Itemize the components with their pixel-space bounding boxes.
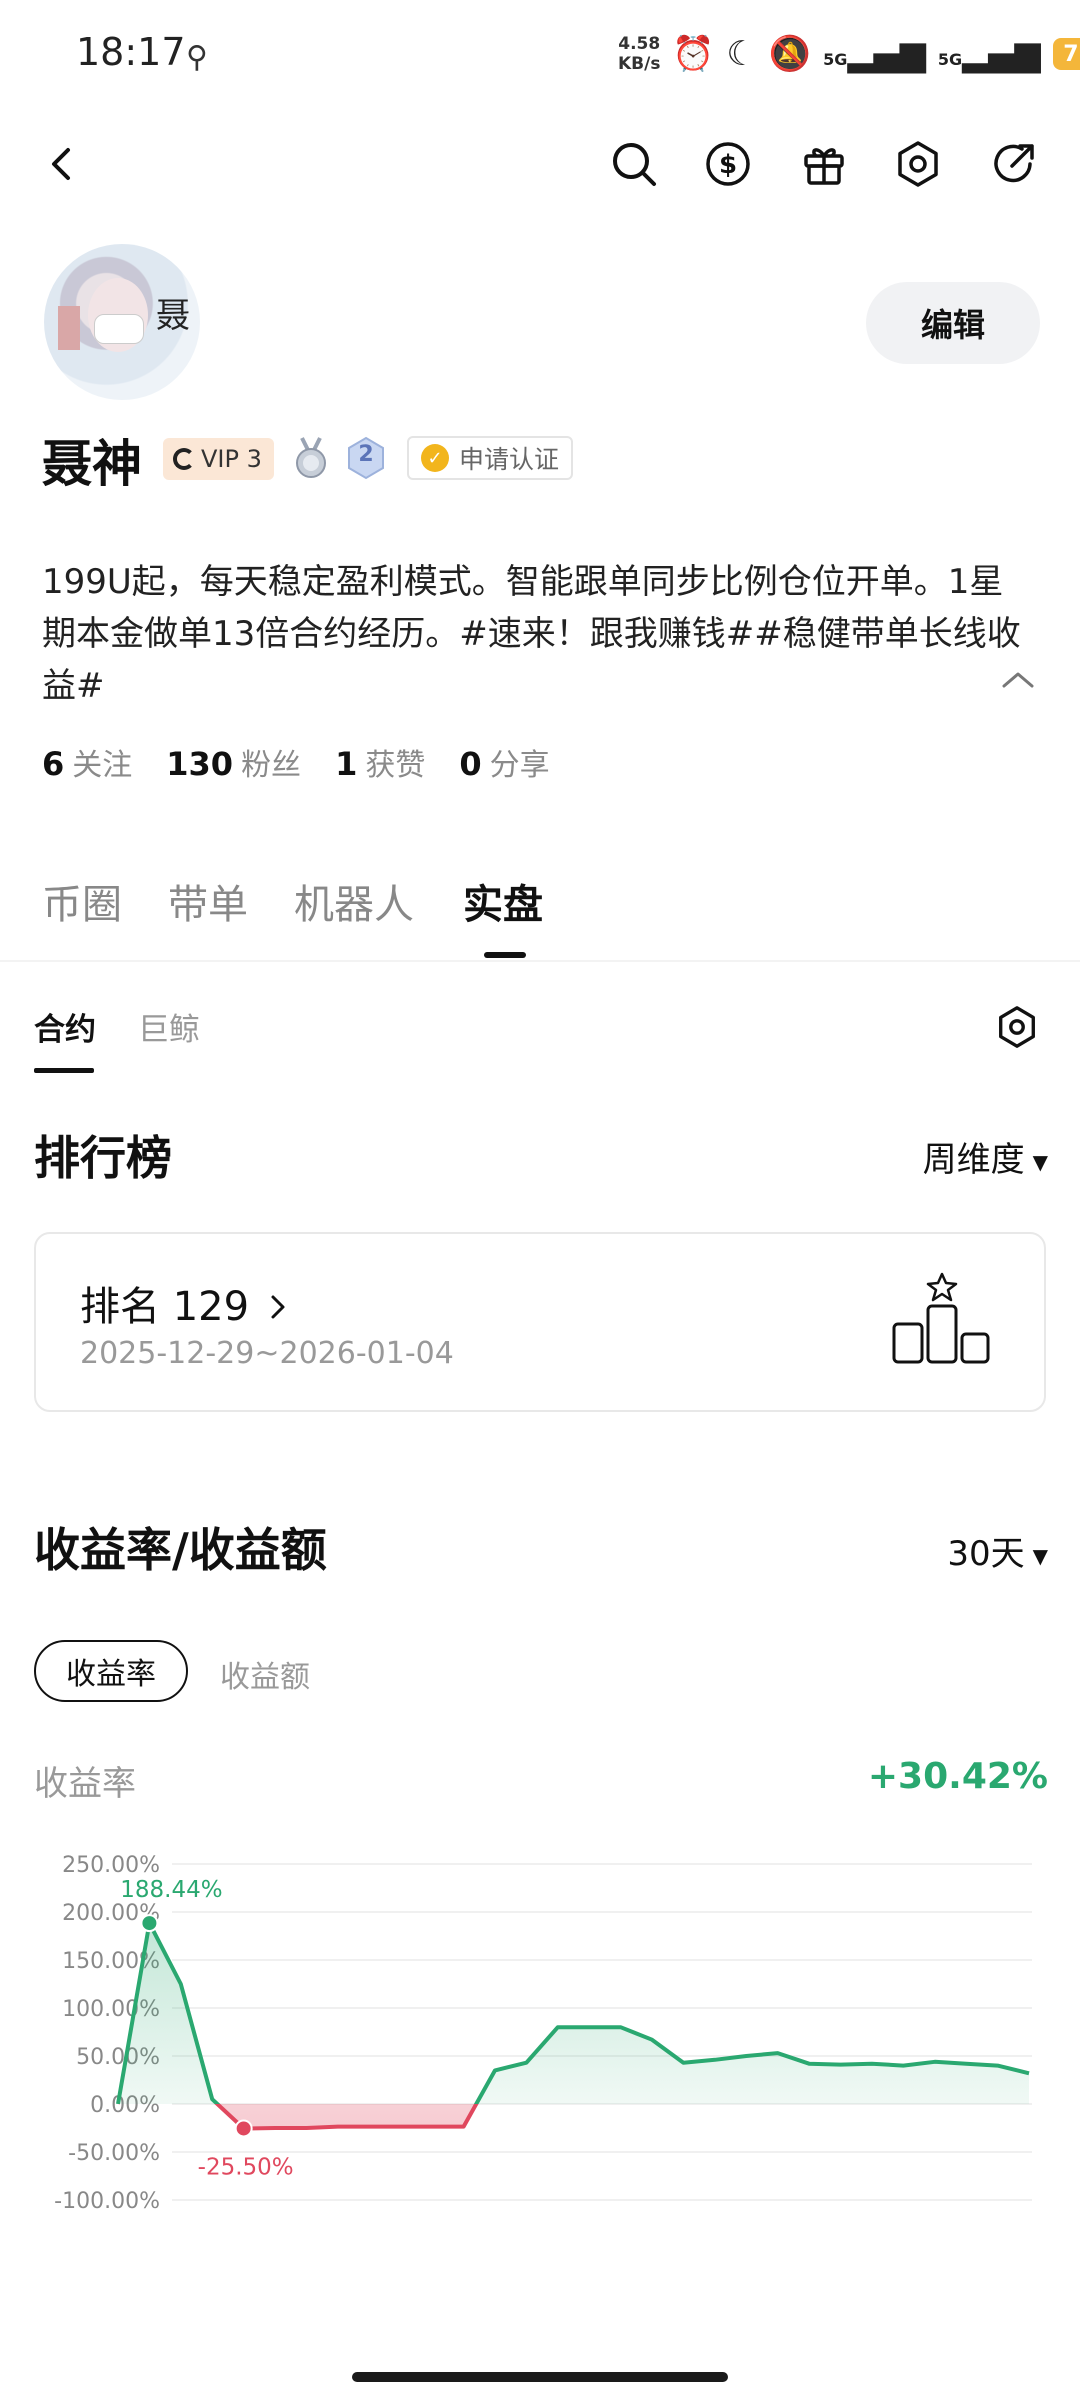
max-point-marker <box>140 1914 159 1933</box>
tab-live-trading[interactable]: 实盘 <box>463 872 543 930</box>
avatar[interactable]: 聂 <box>44 244 200 400</box>
back-icon[interactable] <box>38 140 86 188</box>
tab-copy-trading[interactable]: 带单 <box>168 872 248 930</box>
share-icon[interactable] <box>990 140 1038 188</box>
rank-card[interactable]: 排名 129 2025-12-29~2026-01-04 <box>34 1232 1046 1412</box>
chevron-up-icon[interactable] <box>1000 668 1036 692</box>
stat-followers[interactable]: 130 粉丝 <box>166 740 301 784</box>
network-speed: 4.58 KB/s <box>618 34 660 74</box>
ranking-period-label: 周维度 <box>922 1140 1025 1180</box>
tab-crypto-circle[interactable]: 币圈 <box>42 872 122 930</box>
metric-label: 收益率 <box>34 1764 136 1804</box>
dollar-icon[interactable]: $ <box>704 140 752 188</box>
toggle-return-amount[interactable]: 收益额 <box>220 1652 310 1696</box>
network-speed-unit: KB/s <box>618 54 661 74</box>
active-tab-indicator <box>484 952 526 958</box>
username: 聂神 <box>42 435 142 493</box>
returns-title: 收益率/收益额 <box>34 1523 327 1577</box>
metric-value: +30.42% <box>867 1756 1048 1797</box>
caret-down-icon: ▼ <box>1032 1149 1048 1174</box>
search-icon[interactable] <box>610 140 658 188</box>
subtab-whale[interactable]: 巨鲸 <box>138 1004 200 1049</box>
avatar-text: 聂 <box>156 296 190 336</box>
filter-settings-icon[interactable] <box>994 1004 1040 1050</box>
min-point-marker <box>234 2119 253 2138</box>
svg-text:$: $ <box>719 150 737 180</box>
status-time: 18:17 <box>76 30 186 74</box>
returns-period-label: 30天 <box>947 1534 1025 1574</box>
tab-bots[interactable]: 机器人 <box>294 872 414 930</box>
returns-period-dropdown[interactable]: 30天 ▼ <box>947 1526 1048 1575</box>
active-subtab-indicator <box>34 1068 94 1073</box>
verify-label: 申请认证 <box>459 445 560 474</box>
vip-label: VIP 3 <box>201 445 262 473</box>
signal-icon: 5G▂▄▆ <box>823 34 926 74</box>
usb-icon: ⚲ <box>186 40 208 75</box>
edit-button[interactable]: 编辑 <box>866 282 1040 364</box>
network-speed-value: 4.58 <box>618 34 661 54</box>
min-point-label: -25.50% <box>198 2154 294 2180</box>
home-indicator[interactable] <box>352 2372 728 2382</box>
return-rate-chart[interactable]: 250.00%200.00%150.00%100.00%50.00%0.00%-… <box>0 1840 1080 2360</box>
podium-icon <box>892 1272 990 1364</box>
vip-badge[interactable]: VIP 3 <box>163 438 274 480</box>
medal-icon[interactable] <box>292 436 330 480</box>
stat-shares[interactable]: 0 分享 <box>459 740 549 784</box>
ranking-title: 排行榜 <box>34 1131 172 1185</box>
divider <box>0 960 1080 962</box>
y-tick-label: -50.00% <box>68 2141 160 2166</box>
level-badge[interactable]: 2 <box>346 436 386 480</box>
status-icons: ⏰ ☾ 🔕 5G▂▄▆ 5G▂▄▆ 77 <box>672 34 1080 74</box>
stat-following[interactable]: 6 关注 <box>42 740 132 784</box>
sim1-label: 5G <box>823 50 848 69</box>
caret-down-icon: ▼ <box>1032 1543 1048 1568</box>
settings-hex-icon[interactable] <box>894 140 942 188</box>
rank-date-range: 2025-12-29~2026-01-04 <box>80 1336 454 1371</box>
signal-icon-2: 5G▂▄▆ <box>937 34 1041 74</box>
rank-label: 排名 129 <box>80 1274 288 1332</box>
level-number: 2 <box>358 442 374 467</box>
mute-icon: 🔕 <box>768 34 812 74</box>
verified-icon: ✓ <box>421 444 449 472</box>
toggle-return-rate[interactable]: 收益率 <box>34 1640 188 1702</box>
gift-icon[interactable] <box>800 140 848 188</box>
stat-likes[interactable]: 1 获赞 <box>335 740 425 784</box>
sim2-label: 5G <box>937 50 963 69</box>
vip-logo-icon <box>173 448 195 470</box>
alarm-icon: ⏰ <box>672 34 715 74</box>
y-tick-label: 250.00% <box>62 1853 160 1878</box>
verify-button[interactable]: ✓ 申请认证 <box>407 436 574 480</box>
profile-stats: 6 关注 130 粉丝 1 获赞 0 分享 <box>42 740 550 784</box>
y-tick-label: -100.00% <box>54 2189 160 2214</box>
ranking-period-dropdown[interactable]: 周维度 ▼ <box>923 1132 1048 1181</box>
bio-text: 199U起，每天稳定盈利模式。智能跟单同步比例仓位开单。1星期本金做单13倍合约… <box>42 562 1021 706</box>
battery-icon: 77 <box>1052 38 1080 70</box>
chevron-right-icon <box>271 1295 285 1319</box>
max-point-label: 188.44% <box>120 1877 222 1903</box>
subtab-contract[interactable]: 合约 <box>34 1004 96 1049</box>
moon-icon: ☾ <box>726 34 757 74</box>
